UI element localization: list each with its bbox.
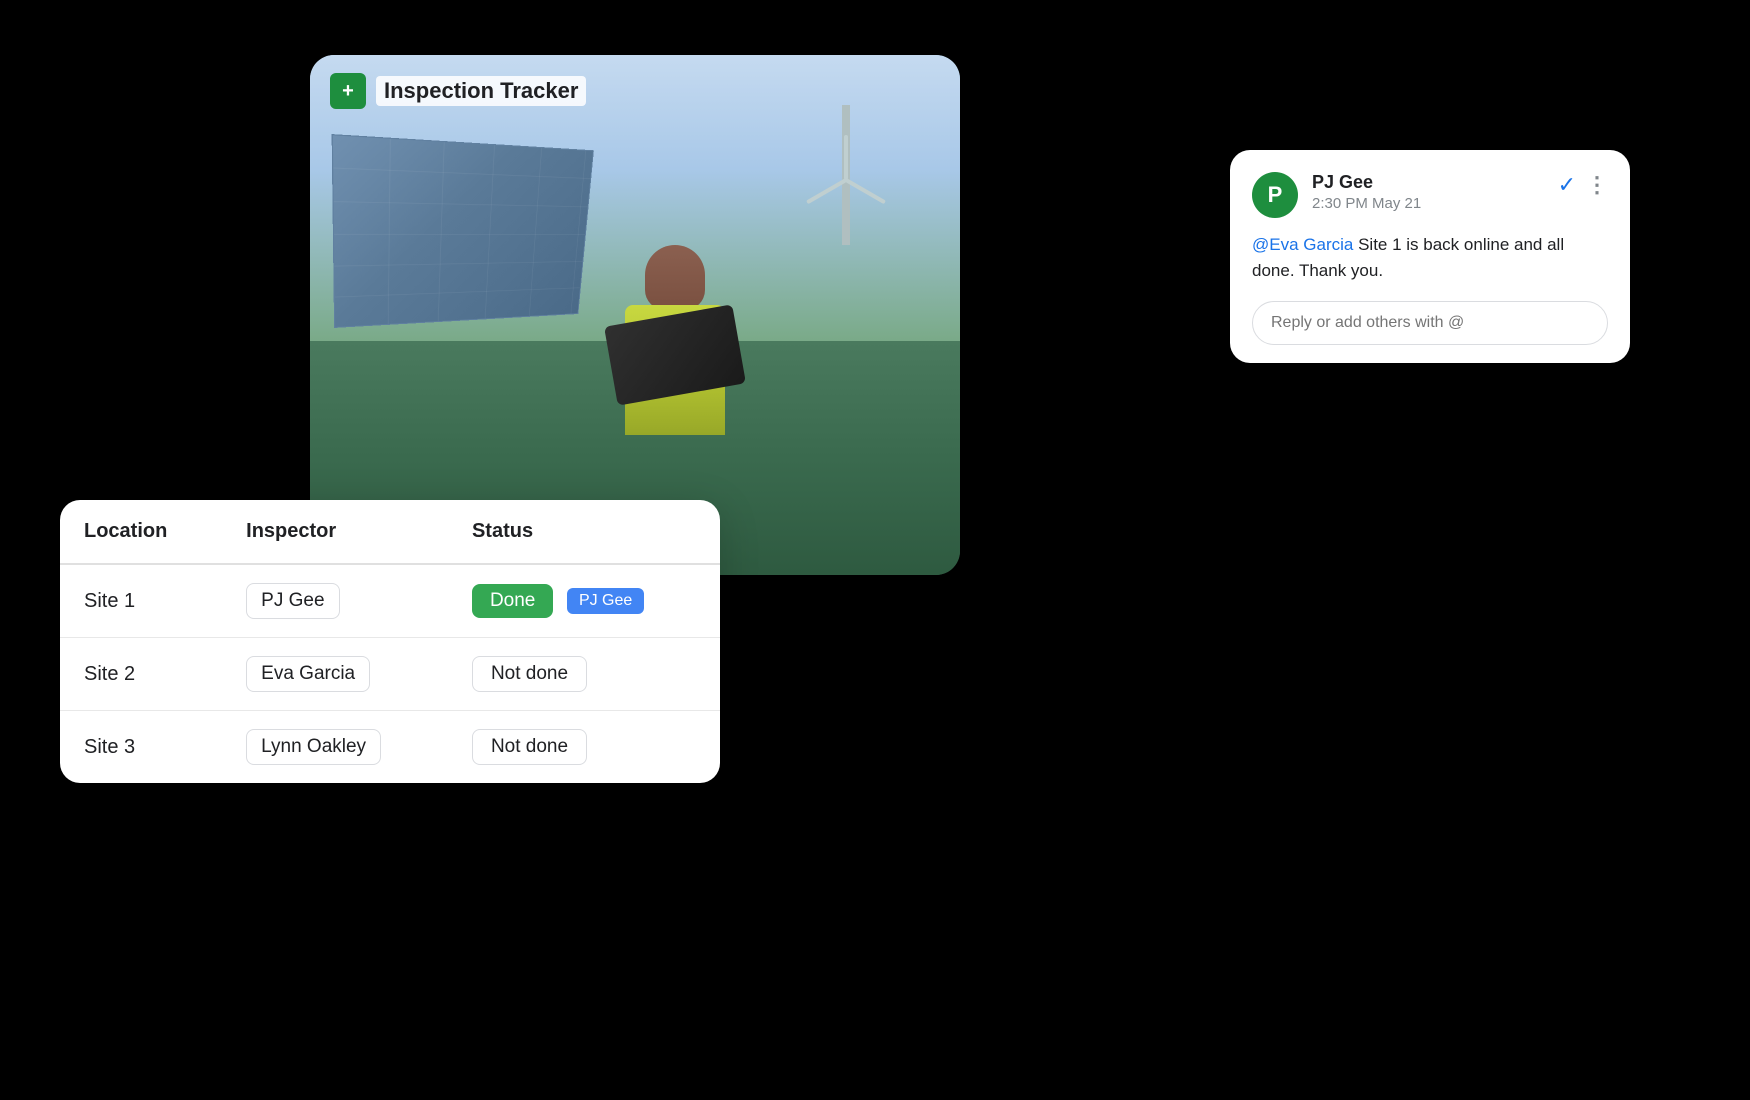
comment-time: 2:30 PM May 21: [1312, 195, 1544, 212]
col-status: Status: [448, 500, 720, 564]
avatar: P: [1252, 172, 1298, 218]
tracker-logo-icon: +: [330, 73, 366, 109]
cell-status-3: Not done: [448, 711, 720, 784]
cell-location-1: Site 1: [60, 564, 222, 638]
cell-inspector-2: Eva Garcia: [222, 638, 448, 711]
reply-input[interactable]: [1252, 301, 1608, 345]
inspection-table: Location Inspector Status Site 1 PJ Gee …: [60, 500, 720, 783]
cell-location-2: Site 2: [60, 638, 222, 711]
inspector-chip-3: Lynn Oakley: [246, 729, 381, 765]
status-not-done-badge-3: Not done: [472, 729, 587, 765]
wind-turbine-decoration: [842, 105, 850, 245]
col-location: Location: [60, 500, 222, 564]
cell-inspector-3: Lynn Oakley: [222, 711, 448, 784]
comment-body: @Eva Garcia Site 1 is back online and al…: [1252, 232, 1608, 283]
comment-card: P PJ Gee 2:30 PM May 21 ✓ ⋮ @Eva Garcia …: [1230, 150, 1630, 363]
tracker-card: + Inspection Tracker: [310, 55, 960, 575]
table-row: Site 2 Eva Garcia Not done: [60, 638, 720, 711]
table-row: Site 1 PJ Gee Done PJ Gee: [60, 564, 720, 638]
comment-actions: ✓ ⋮: [1558, 172, 1608, 198]
comment-header: P PJ Gee 2:30 PM May 21 ✓ ⋮: [1252, 172, 1608, 218]
col-inspector: Inspector: [222, 500, 448, 564]
status-not-done-badge-2: Not done: [472, 656, 587, 692]
comment-meta: PJ Gee 2:30 PM May 21: [1312, 172, 1544, 212]
comment-mention: @Eva Garcia: [1252, 235, 1353, 254]
cell-status-2: Not done: [448, 638, 720, 711]
table-row: Site 3 Lynn Oakley Not done: [60, 711, 720, 784]
comment-author: PJ Gee: [1312, 172, 1544, 193]
more-options-icon[interactable]: ⋮: [1586, 172, 1608, 198]
inspector-chip-1: PJ Gee: [246, 583, 339, 619]
tracker-title: Inspection Tracker: [376, 76, 586, 106]
cell-status-1: Done PJ Gee: [448, 564, 720, 638]
status-done-badge: Done: [472, 584, 553, 618]
cell-inspector-1: PJ Gee: [222, 564, 448, 638]
tracker-header: + Inspection Tracker: [330, 73, 586, 109]
person-decoration: [575, 235, 775, 495]
check-icon[interactable]: ✓: [1558, 172, 1576, 198]
cell-location-3: Site 3: [60, 711, 222, 784]
inspection-table-card: Location Inspector Status Site 1 PJ Gee …: [60, 500, 720, 783]
inspector-chip-2: Eva Garcia: [246, 656, 370, 692]
pj-gee-tooltip: PJ Gee: [567, 588, 644, 614]
solar-panel-decoration: [332, 134, 594, 328]
